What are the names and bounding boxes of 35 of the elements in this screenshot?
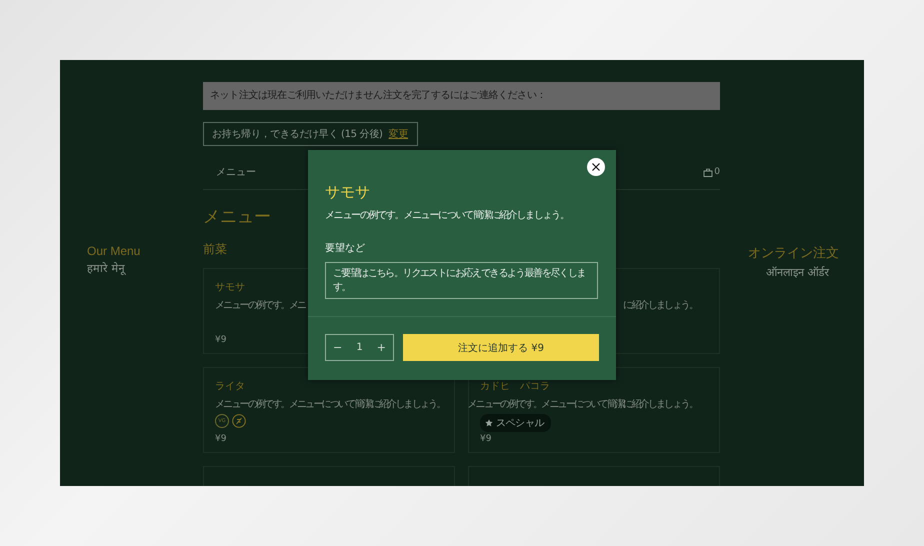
dish-name: カドヒ パコラ	[480, 380, 550, 392]
star-icon	[485, 419, 493, 427]
side-subtitle: ऑनलाइन ऑर्डर	[765, 265, 830, 279]
menu-heading: メニュー	[203, 206, 271, 228]
quantity-value: 1	[356, 342, 363, 353]
dish-description: に紹介しましょう。	[623, 299, 697, 312]
dish-description: メニューの例です。メニューについて簡潔に紹介しましょう。	[215, 398, 445, 411]
dialog-title: サモサ	[325, 183, 371, 202]
special-badge: スペシャル	[480, 414, 552, 432]
close-button[interactable]	[587, 158, 605, 176]
dish-price: ¥9	[215, 335, 228, 345]
dialog-description: メニューの例です。メニューについて簡潔に紹介しましょう。	[325, 208, 569, 222]
request-field[interactable]: ご要望はこちら。リクエストにお応えできるよう最善を尽くします。	[325, 262, 598, 299]
minus-button[interactable]: −	[330, 341, 346, 354]
add-to-order-button[interactable]: 注文に追加する ¥9	[403, 334, 599, 361]
bag-icon	[703, 168, 714, 176]
menu-tab[interactable]: メニュー	[216, 165, 256, 179]
dish-name: ライタ	[215, 380, 245, 392]
dish-description: メニューの例です。メニ	[215, 299, 306, 312]
dish-name: サモサ	[215, 281, 245, 293]
dish-description: メニューの例です。メニューについて簡潔に紹介しましょう。	[467, 398, 697, 411]
dish-price: ¥9	[215, 434, 228, 444]
crossed-circle-icon	[232, 414, 246, 428]
section-title: 前菜	[203, 241, 227, 258]
change-link[interactable]: 変更	[388, 127, 408, 141]
plus-button[interactable]: +	[374, 341, 389, 354]
close-icon	[592, 163, 600, 171]
side-title: Our Menu	[87, 244, 142, 258]
pickup-text: お持ち帰り，できるだけ早く (15 分後)	[212, 128, 383, 141]
notice-banner: ネット注文は現在ご利用いただけません注文を完了するにはご連絡ください：	[203, 82, 720, 110]
side-subtitle: हमारे मेनू	[87, 261, 127, 275]
field-label: 要望など	[325, 242, 365, 255]
side-title: オンライン注文	[748, 244, 840, 262]
cart-button[interactable]: 0	[703, 167, 720, 177]
dish-price: ¥9	[480, 434, 492, 444]
